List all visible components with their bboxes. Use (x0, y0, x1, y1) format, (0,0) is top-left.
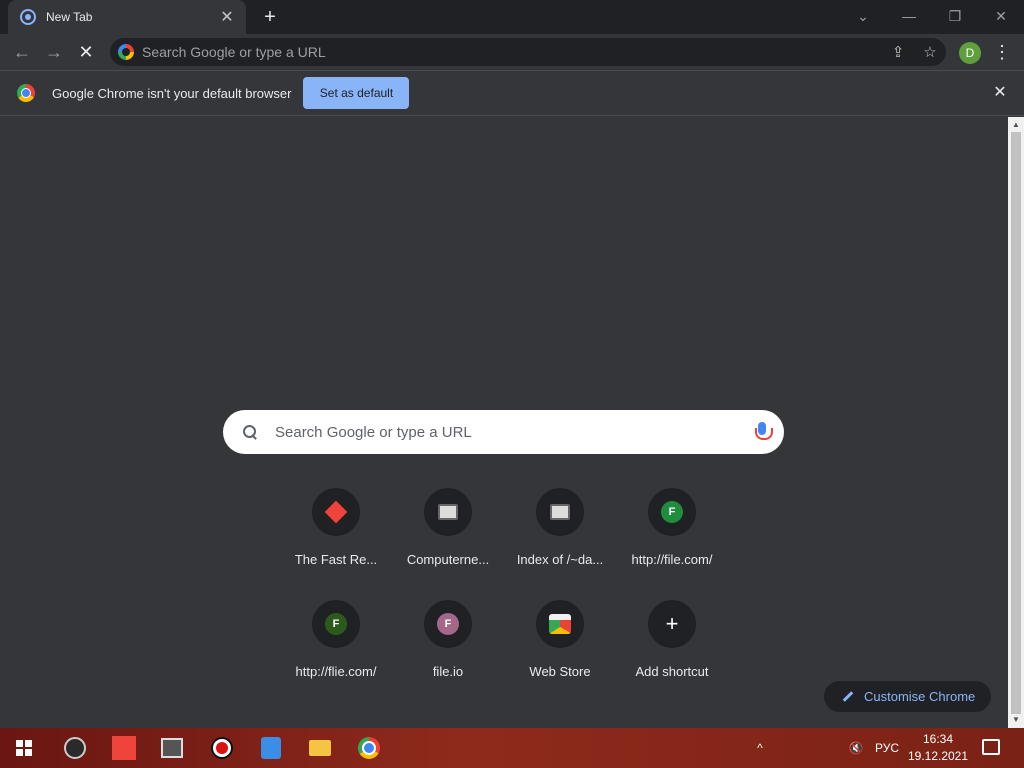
computer-icon (550, 504, 570, 520)
address-placeholder[interactable]: Search Google or type a URL (142, 44, 882, 60)
taskbar-anydesk[interactable] (100, 728, 148, 768)
default-browser-infobar: Google Chrome isn't your default browser… (0, 70, 1024, 116)
shortcut-title: Add shortcut (635, 664, 709, 679)
chrome-favicon-icon (20, 9, 36, 25)
close-window-button[interactable]: ✕ (986, 4, 1016, 28)
shortcut-icon-circle: F (424, 600, 472, 648)
shortcut-icon-circle: F (648, 488, 696, 536)
page-scrollbar[interactable]: ▲ ▼ (1008, 117, 1024, 728)
tray-overflow-icon[interactable]: ^ (750, 728, 770, 768)
taskbar-file-explorer[interactable] (296, 728, 344, 768)
plus-icon: + (665, 611, 679, 636)
letter-icon: F (437, 613, 459, 635)
scroll-down-arrow-icon[interactable]: ▼ (1012, 715, 1020, 724)
minimize-button[interactable]: — (894, 4, 924, 28)
chrome-menu-icon[interactable]: ⋮ (992, 38, 1012, 66)
profile-avatar[interactable]: D (959, 42, 981, 64)
ntp-search-placeholder[interactable]: Search Google or type a URL (275, 424, 744, 441)
tab-title: New Tab (46, 10, 93, 24)
scroll-up-arrow-icon[interactable]: ▲ (1012, 120, 1020, 129)
back-button[interactable]: ← (8, 38, 36, 66)
shortcut-title: http://flie.com/ (295, 664, 377, 679)
clock-time: 16:34 (922, 732, 954, 746)
taskbar-clock[interactable]: 16:34 19.12.2021 (905, 731, 971, 765)
tab-close-icon[interactable]: ✕ (218, 7, 236, 27)
scrollbar-thumb[interactable] (1011, 132, 1021, 714)
tab-search-icon[interactable]: ⌄ (848, 4, 878, 28)
anydesk-icon (112, 736, 136, 760)
clock-date: 19.12.2021 (907, 749, 969, 763)
customise-chrome-label: Customise Chrome (864, 689, 976, 704)
shortcut-tile[interactable]: Index of /~da... (504, 480, 616, 592)
video-editor-icon (161, 738, 183, 758)
new-tab-button[interactable]: + (258, 5, 282, 29)
chrome-logo-icon (17, 84, 35, 102)
folder-icon (309, 740, 331, 756)
web-store-icon (549, 614, 571, 634)
record-icon (211, 737, 233, 759)
taskbar-chrome[interactable] (345, 728, 393, 768)
shortcut-title: Computerne... (406, 552, 490, 567)
shortcut-title: Web Store (529, 664, 591, 679)
google-icon (118, 44, 134, 60)
shortcut-tile[interactable]: F http://file.com/ (616, 480, 728, 592)
computer-icon (438, 504, 458, 520)
language-indicator[interactable]: РУС (870, 728, 904, 768)
pencil-icon (842, 691, 854, 702)
anydesk-icon (324, 500, 348, 524)
customise-chrome-button[interactable]: Customise Chrome (824, 681, 991, 712)
shortcut-tile[interactable]: The Fast Re... (280, 480, 392, 592)
letter-icon: F (661, 501, 683, 523)
taskbar-screen-recorder[interactable] (198, 728, 246, 768)
shortcut-icon-circle (536, 488, 584, 536)
notification-center-icon[interactable] (982, 739, 1000, 755)
forward-button[interactable]: → (40, 38, 68, 66)
taskbar-obs[interactable] (51, 728, 99, 768)
obs-icon (64, 737, 86, 759)
shortcut-icon-circle (312, 488, 360, 536)
add-shortcut-tile[interactable]: + Add shortcut (616, 592, 728, 704)
taskbar-video-editor[interactable] (148, 728, 196, 768)
shortcut-tile[interactable]: F file.io (392, 592, 504, 704)
shortcut-tile[interactable]: F http://flie.com/ (280, 592, 392, 704)
stop-loading-button[interactable]: ✕ (72, 38, 100, 66)
microphone-icon[interactable] (744, 420, 784, 444)
tab-new-tab[interactable]: New Tab ✕ (8, 0, 246, 34)
shortcut-tile[interactable]: Computerne... (392, 480, 504, 592)
taskbar-media-player[interactable] (247, 728, 295, 768)
start-button[interactable] (0, 728, 48, 768)
windows-taskbar: ^ 🔇 РУС 16:34 19.12.2021 (0, 728, 1024, 768)
shortcut-icon-circle: F (312, 600, 360, 648)
film-icon (261, 737, 281, 759)
shortcut-icon-circle (424, 488, 472, 536)
shortcut-tile[interactable]: Web Store (504, 592, 616, 704)
restore-button[interactable]: ❐ (940, 4, 970, 28)
toolbar: ← → ✕ Search Google or type a URL ⇪ ☆ D … (0, 34, 1024, 70)
search-icon (243, 425, 257, 439)
ntp-search-box[interactable]: Search Google or type a URL (223, 410, 784, 454)
shortcut-icon-circle: + (648, 600, 696, 648)
shortcut-title: http://file.com/ (631, 552, 713, 567)
chrome-icon (358, 737, 380, 759)
address-bar[interactable]: Search Google or type a URL ⇪ ☆ (110, 38, 946, 66)
bookmark-star-icon[interactable]: ☆ (914, 43, 946, 61)
windows-logo-icon (16, 740, 32, 756)
volume-icon[interactable]: 🔇 (844, 728, 868, 768)
letter-icon: F (325, 613, 347, 635)
shortcut-title: Index of /~da... (516, 552, 604, 567)
shortcut-title: file.io (432, 664, 464, 679)
infobar-close-icon[interactable]: ✕ (990, 83, 1010, 103)
infobar-message: Google Chrome isn't your default browser (52, 85, 292, 101)
shortcut-icon-circle (536, 600, 584, 648)
set-as-default-button[interactable]: Set as default (303, 77, 410, 109)
share-icon[interactable]: ⇪ (882, 43, 914, 61)
shortcut-title: The Fast Re... (294, 552, 378, 567)
tab-strip: New Tab ✕ + ⌄ — ❐ ✕ (0, 0, 1024, 34)
